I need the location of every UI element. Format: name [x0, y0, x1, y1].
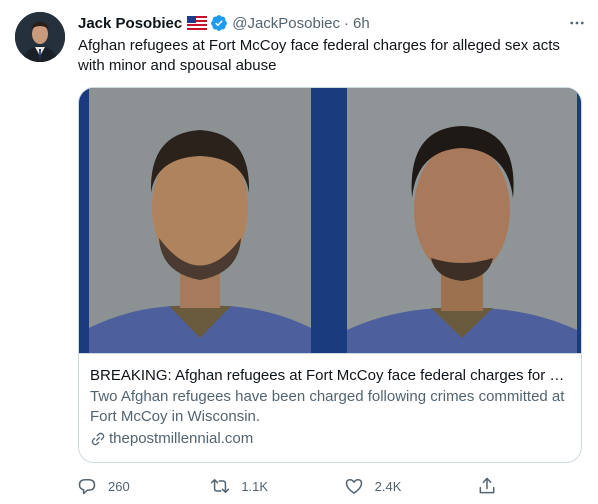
action-bar: 260 1.1K 2.4K [70, 472, 510, 500]
link-icon [90, 431, 106, 447]
card-domain: thepostmillennial.com [90, 429, 569, 449]
like-count: 2.4K [374, 478, 402, 494]
separator-dot: · [344, 14, 350, 32]
share-icon [470, 472, 504, 500]
card-description: Two Afghan refugees have been charged fo… [90, 388, 565, 425]
card-title: BREAKING: Afghan refugees at Fort McCoy … [90, 367, 569, 384]
link-card[interactable]: BREAKING: Afghan refugees at Fort McCoy … [78, 87, 582, 463]
share-button[interactable] [470, 472, 510, 500]
reply-count: 260 [108, 478, 130, 494]
avatar[interactable] [15, 12, 65, 62]
retweet-icon [203, 472, 237, 500]
card-body: BREAKING: Afghan refugees at Fort McCoy … [79, 353, 581, 449]
verified-badge-icon [210, 14, 228, 32]
tweet-header: Jack Posobiec @JackPosobiec · 6h [78, 12, 588, 34]
us-flag-icon [187, 16, 208, 30]
author-name[interactable]: Jack Posobiec [78, 15, 182, 32]
card-domain-text: thepostmillennial.com [109, 430, 254, 447]
reply-button[interactable]: 260 [70, 472, 180, 500]
tweet-text: Afghan refugees at Fort McCoy face feder… [78, 37, 560, 74]
author-handle[interactable]: @JackPosobiec [232, 15, 340, 32]
reply-icon [70, 472, 104, 500]
tweet-timestamp[interactable]: 6h [353, 15, 370, 32]
heart-icon [337, 472, 371, 500]
more-options-icon[interactable] [566, 12, 588, 34]
retweet-count: 1.1K [241, 478, 269, 494]
card-image [79, 88, 581, 353]
retweet-button[interactable]: 1.1K [203, 472, 313, 500]
like-button[interactable]: 2.4K [337, 472, 447, 500]
